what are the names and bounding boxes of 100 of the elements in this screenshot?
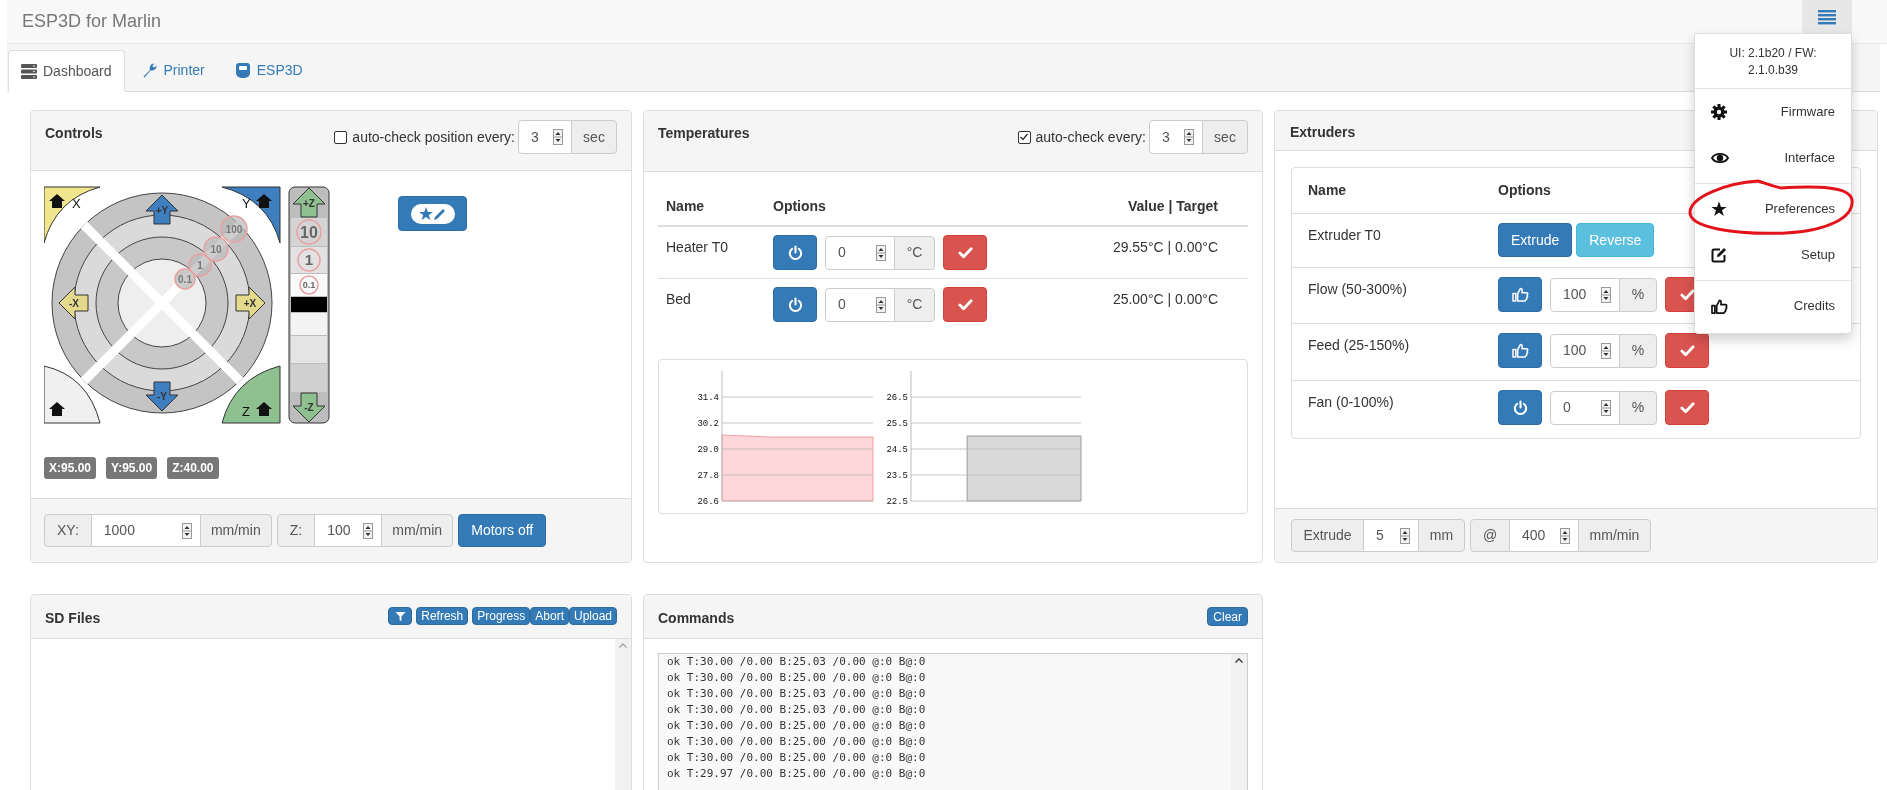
number-field[interactable]: 0 bbox=[825, 235, 895, 270]
edit-icon bbox=[1711, 247, 1727, 263]
column-header: Options bbox=[773, 196, 827, 216]
log-line: ok T:30.00 /0.00 B:25.00 /0.00 @:0 B@:0 bbox=[667, 750, 927, 766]
number-field[interactable]: 3 bbox=[518, 120, 572, 154]
thumbs-up-icon bbox=[1711, 298, 1728, 314]
check-icon bbox=[957, 297, 973, 312]
version-text: UI: 2.1b20 / FW: 2.1.0.b39 bbox=[1695, 34, 1851, 89]
extruder-option-name: Feed (25-150%) bbox=[1307, 336, 1411, 355]
set-button[interactable] bbox=[1665, 390, 1709, 425]
menu-item[interactable]: Credits bbox=[1695, 283, 1851, 329]
home-button[interactable]: X bbox=[44, 186, 101, 244]
unit-addon: mm/min bbox=[199, 514, 272, 547]
clear-button[interactable]: Clear bbox=[1207, 607, 1248, 626]
server-icon bbox=[21, 63, 37, 79]
spinner-icon bbox=[553, 129, 563, 145]
set-button[interactable] bbox=[943, 235, 987, 270]
checkbox[interactable] bbox=[1017, 130, 1031, 144]
panel-title: Commands bbox=[658, 609, 735, 628]
tick-label: 31.4 bbox=[697, 393, 719, 403]
spinner-icon bbox=[1601, 342, 1611, 359]
power-button[interactable] bbox=[1498, 390, 1542, 425]
spinner-icon bbox=[876, 244, 886, 261]
wrench-icon bbox=[141, 62, 158, 78]
unit-addon: @ bbox=[1470, 519, 1510, 552]
temperature-reading: 29.55°C | 0.00°C bbox=[1112, 238, 1219, 257]
spinner-icon bbox=[1184, 129, 1194, 145]
toolbar-button[interactable]: Refresh bbox=[416, 607, 469, 625]
thumbs-up-icon bbox=[1511, 287, 1529, 302]
column-header: Name bbox=[665, 196, 706, 216]
tick-label: 30.2 bbox=[697, 419, 719, 429]
star-icon bbox=[1711, 201, 1727, 217]
tab[interactable]: ESP3D bbox=[221, 49, 316, 91]
tick-label: 27.8 bbox=[697, 471, 719, 481]
log-line: ok T:30.00 /0.00 B:25.00 /0.00 @:0 B@:0 bbox=[667, 670, 927, 686]
unit-addon: % bbox=[1619, 390, 1657, 425]
spinner-icon bbox=[1601, 286, 1611, 303]
filter-button[interactable] bbox=[388, 607, 413, 625]
extrude-button[interactable]: Extrude bbox=[1498, 223, 1573, 257]
position-badge: X:95.00 bbox=[44, 457, 97, 479]
checkbox[interactable] bbox=[334, 130, 348, 144]
unit-addon: mm/min bbox=[381, 514, 454, 547]
number-field[interactable]: 0 bbox=[825, 287, 895, 322]
toolbar-button[interactable]: Upload bbox=[568, 607, 617, 625]
number-field[interactable]: 100 bbox=[1550, 333, 1620, 368]
menu-item[interactable]: Setup bbox=[1695, 232, 1851, 278]
step-button[interactable]: 0.1 bbox=[299, 275, 319, 295]
spinner-icon bbox=[1400, 527, 1410, 544]
thumbs-up-button[interactable] bbox=[1498, 333, 1542, 368]
tick-label: 26.6 bbox=[697, 497, 719, 507]
favorites-button[interactable] bbox=[398, 196, 467, 231]
number-field[interactable]: 1000 bbox=[90, 514, 201, 547]
jog-arrow-button[interactable]: -Z bbox=[292, 392, 326, 423]
tab[interactable]: Printer bbox=[128, 49, 218, 91]
extruder-option-name: Extruder T0 bbox=[1307, 226, 1382, 245]
column-header: Value | Target bbox=[1127, 196, 1219, 216]
step-button[interactable]: 10 bbox=[296, 219, 322, 245]
menu-button[interactable] bbox=[1802, 0, 1852, 33]
tick-label: 26.5 bbox=[886, 393, 908, 403]
unit-addon: XY: bbox=[44, 514, 92, 547]
menu-icon bbox=[1818, 8, 1836, 25]
unit-addon: Extrude bbox=[1291, 519, 1364, 552]
filter-icon bbox=[394, 610, 406, 622]
power-icon bbox=[787, 245, 803, 260]
number-field[interactable]: 5 bbox=[1363, 519, 1419, 552]
number-field[interactable]: 400 bbox=[1509, 519, 1579, 552]
set-button[interactable] bbox=[943, 287, 987, 322]
panel-title: Temperatures bbox=[658, 124, 750, 143]
gear-icon bbox=[1711, 104, 1727, 120]
check-icon bbox=[1679, 343, 1695, 358]
unit-addon: mm bbox=[1418, 519, 1465, 552]
checkbox-label: auto-check position every: bbox=[352, 127, 515, 147]
jog-arrow-button[interactable]: +X bbox=[235, 286, 266, 320]
spinner-icon bbox=[876, 296, 886, 313]
thumbs-up-button[interactable] bbox=[1498, 277, 1542, 312]
set-button[interactable] bbox=[1665, 333, 1709, 368]
tab[interactable]: Dashboard bbox=[8, 50, 125, 92]
power-button[interactable] bbox=[773, 235, 817, 270]
menu-item[interactable]: Interface bbox=[1695, 135, 1851, 181]
tick-label: 22.5 bbox=[886, 497, 908, 507]
tick-label: 29.0 bbox=[697, 445, 719, 455]
chip-icon bbox=[234, 62, 251, 78]
toolbar-button[interactable]: Progress bbox=[472, 607, 531, 625]
jog-arrow-button[interactable]: +Z bbox=[292, 187, 326, 218]
step-button[interactable]: 1 bbox=[297, 248, 321, 272]
toolbar-button[interactable]: Abort bbox=[530, 607, 569, 625]
home-button[interactable]: Z bbox=[221, 365, 281, 424]
menu-item[interactable]: Firmware bbox=[1695, 89, 1851, 135]
motors-off-button[interactable]: Motors off bbox=[458, 514, 547, 547]
number-field[interactable]: 100 bbox=[1550, 277, 1620, 312]
spinner-icon bbox=[181, 522, 192, 539]
number-field[interactable]: 100 bbox=[314, 514, 383, 547]
extruder-option-name: Fan (0-100%) bbox=[1307, 393, 1395, 412]
eye-icon bbox=[1711, 152, 1729, 164]
home-button[interactable] bbox=[44, 365, 101, 424]
number-field[interactable]: 0 bbox=[1550, 390, 1620, 425]
unit-addon: mm/min bbox=[1578, 519, 1651, 552]
jog-arrow-button[interactable]: -X bbox=[58, 286, 89, 320]
number-field[interactable]: 3 bbox=[1149, 120, 1203, 154]
power-button[interactable] bbox=[773, 287, 817, 322]
